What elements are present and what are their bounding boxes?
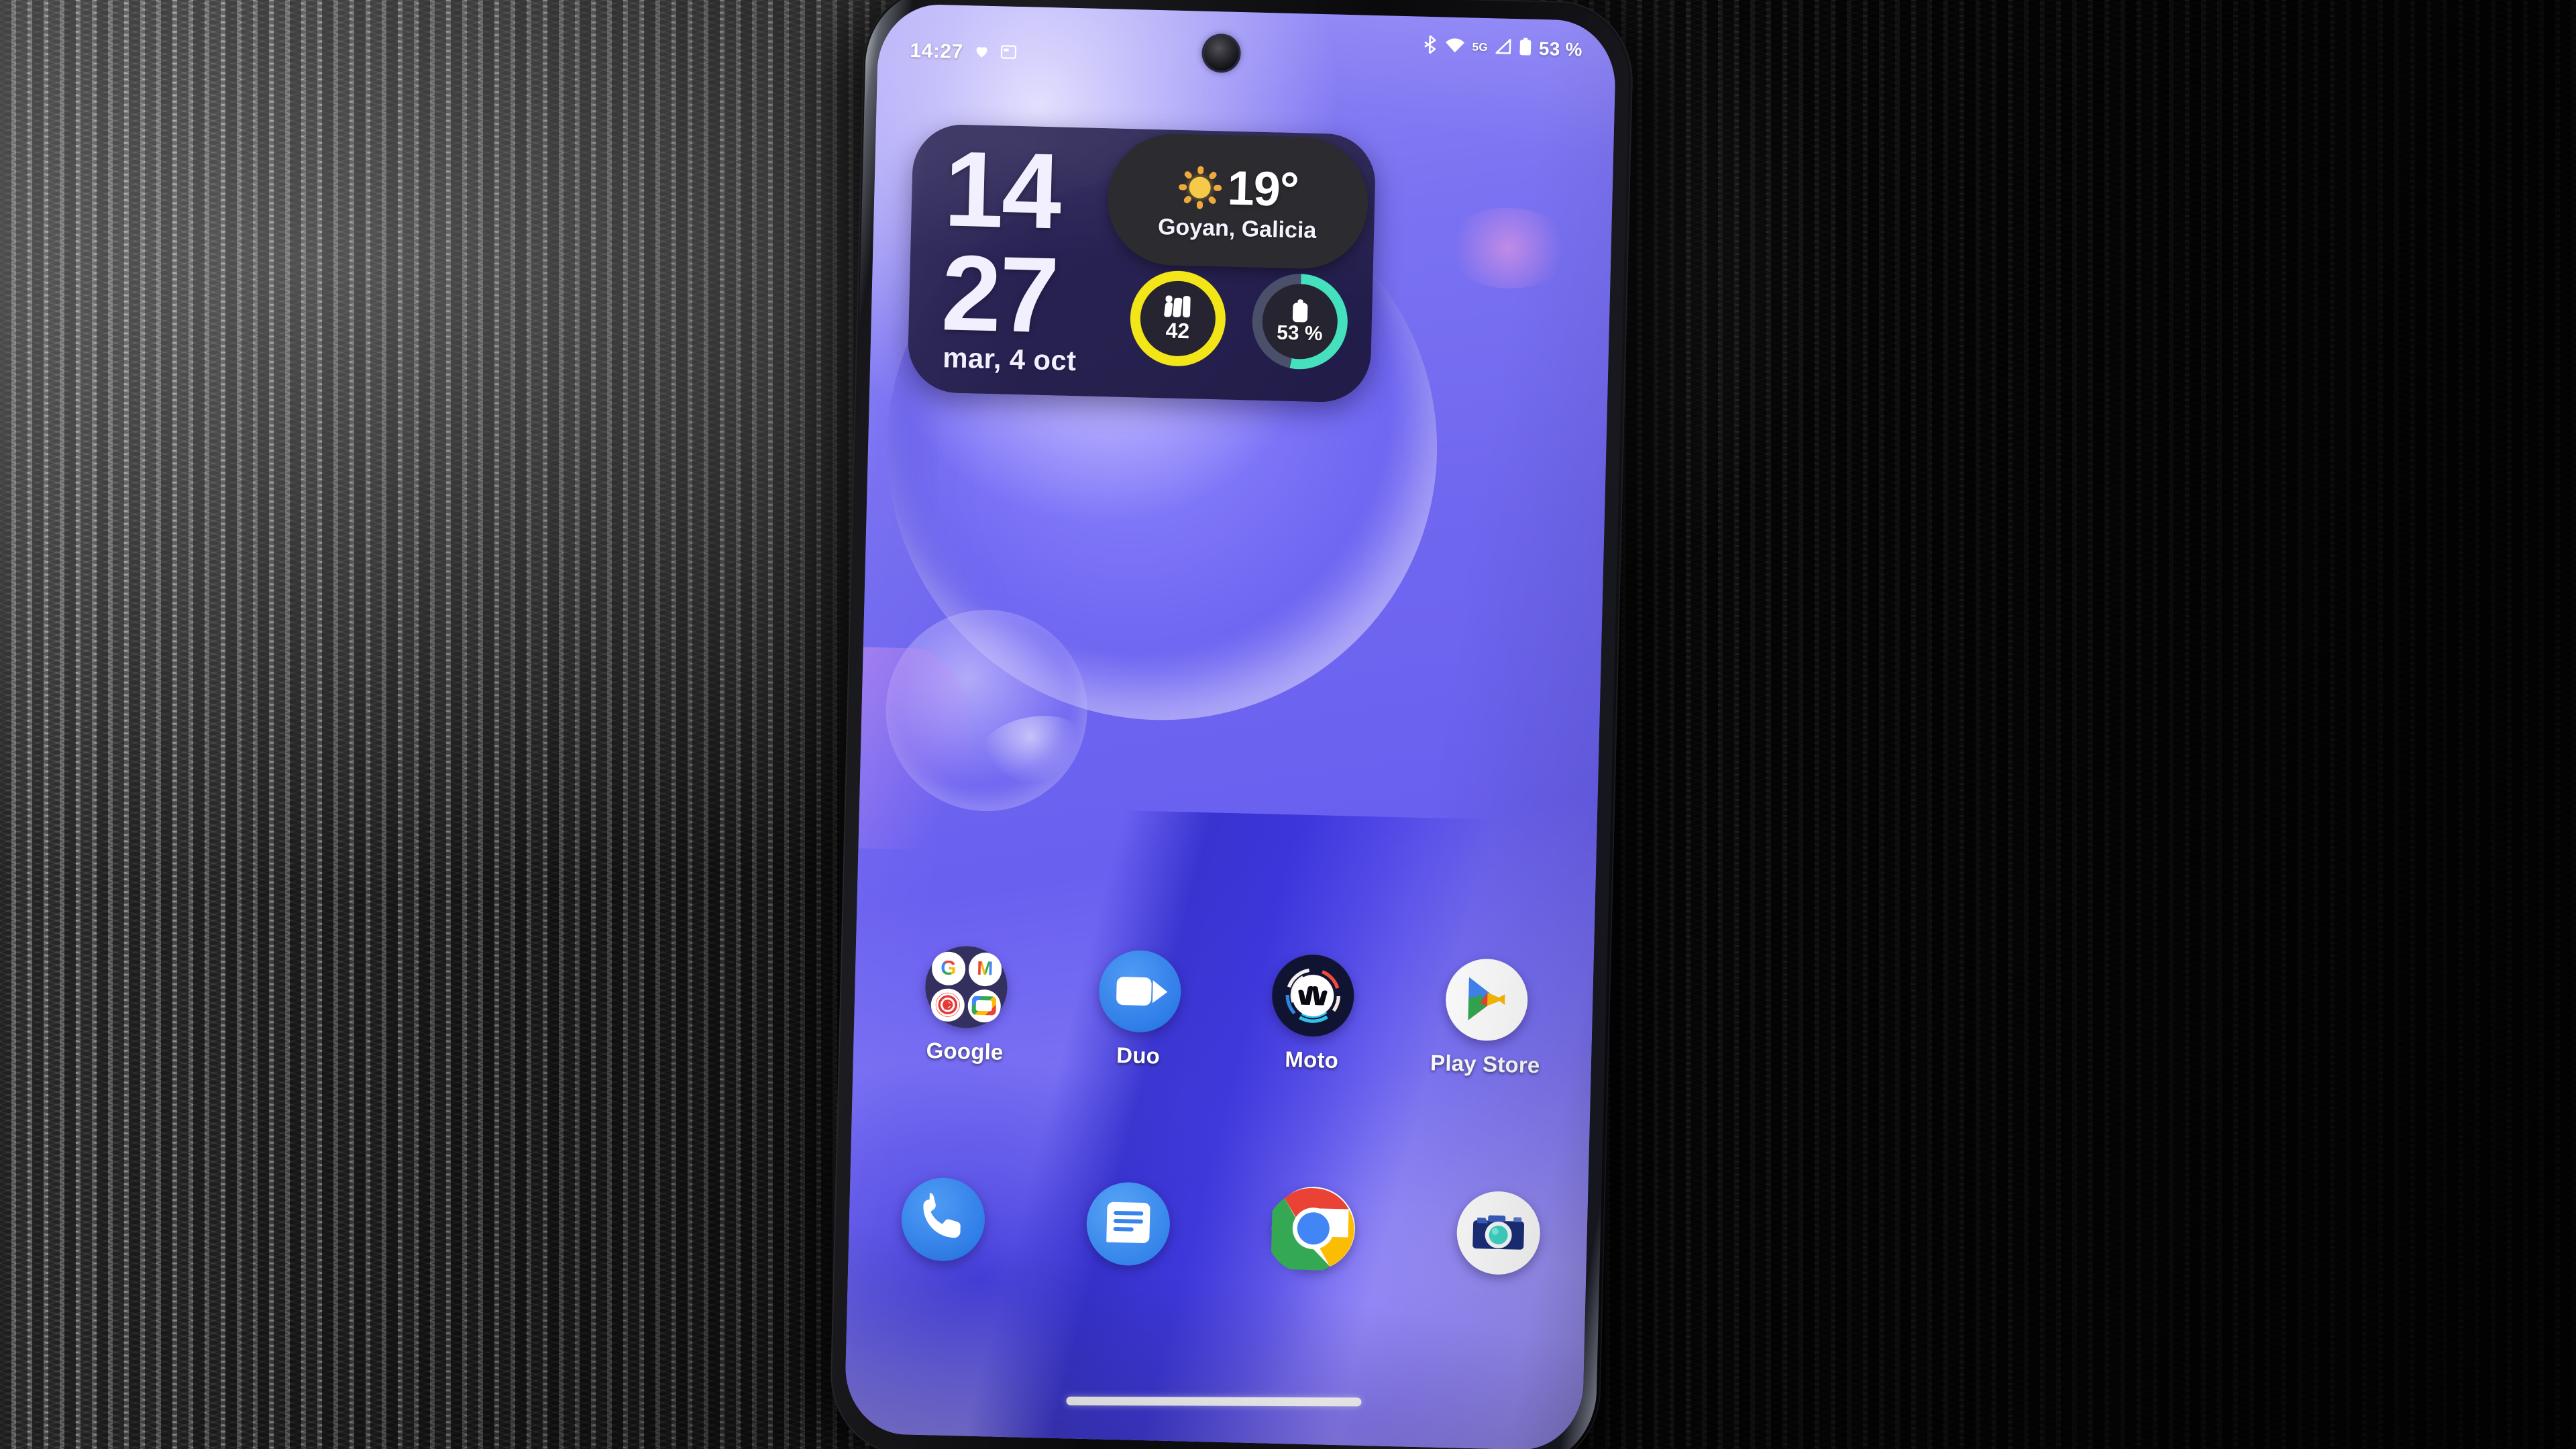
wallpaper-blue-column [844,804,1597,1449]
home-app-row: G M Google Duo Moto Play Store [877,944,1575,1079]
widget-time-hours: 14 [943,128,1061,252]
widget-time: 14 27 [940,128,1061,356]
signal-icon [1495,38,1512,58]
steps-icon [1163,295,1192,319]
smartphone: 14:27 5G 53 % 14 27 mar, 4 oct 19° Goyan… [802,0,1663,1449]
home-gesture-pill[interactable] [1066,1396,1362,1407]
bluetooth-icon [1421,35,1438,58]
screenshot-icon [1000,44,1017,63]
video-camera-glyph [1116,976,1152,1006]
battery-icon [1519,38,1532,59]
camera-glyph [1472,1215,1525,1250]
weather-temperature: 19° [1226,161,1299,217]
heart-icon [973,43,990,63]
steps-ring[interactable]: 42 [1129,270,1227,368]
dock-app-camera[interactable] [1450,1190,1546,1276]
google-tv-icon [967,989,1002,1023]
clock-weather-widget[interactable]: 14 27 mar, 4 oct 19° Goyan, Galicia 42 5… [907,123,1377,403]
app-label-moto: Moto [1285,1046,1339,1073]
phone-icon[interactable] [900,1177,986,1263]
handset-glyph [923,1193,961,1238]
app-label-play-store: Play Store [1430,1050,1540,1078]
widget-date: mar, 4 oct [942,341,1077,377]
google-folder-icon[interactable]: G M [924,945,1008,1029]
folder-icon-grid: G M [930,951,1002,1023]
dock-app-messages[interactable] [1080,1181,1176,1267]
google-g-icon: G [931,951,966,985]
battery-icon [1292,299,1308,323]
dock-app-phone[interactable] [895,1177,991,1263]
weather-temp-row: 19° [1177,159,1299,217]
message-sheet-glyph [1106,1201,1150,1244]
status-bar-left: 14:27 [910,40,1017,65]
scene: 14:27 5G 53 % 14 27 mar, 4 oct 19° Goyan… [0,0,2576,1449]
battery-ring-value: 53 % [1276,321,1323,345]
app-label-duo: Duo [1116,1042,1161,1069]
battery-ring[interactable]: 53 % [1251,272,1349,371]
app-duo[interactable]: Duo [1071,949,1208,1070]
dock-app-chrome[interactable] [1265,1185,1361,1273]
app-google-folder[interactable]: G M Google [898,945,1034,1066]
chrome-glyph [1266,1188,1354,1273]
gmail-icon: M [968,952,1002,987]
motorola-m-glyph [1298,985,1328,1006]
weather-location: Goyan, Galicia [1157,213,1317,244]
app-label-google: Google [926,1038,1004,1065]
camera-icon[interactable] [1456,1190,1542,1276]
moto-icon[interactable] [1271,953,1356,1038]
duo-icon[interactable] [1097,949,1182,1034]
play-store-icon[interactable] [1444,957,1529,1042]
app-moto[interactable]: Moto [1244,953,1381,1075]
messages-icon[interactable] [1085,1181,1171,1267]
status-bar-right: 5G 53 % [1421,35,1587,62]
chrome-icon[interactable] [1266,1185,1356,1273]
status-clock: 14:27 [910,39,964,63]
steps-value: 42 [1165,318,1190,343]
wifi-icon [1444,37,1465,57]
app-play-store[interactable]: Play Store [1417,957,1554,1079]
dock [872,1176,1569,1276]
widget-time-minutes: 27 [940,232,1059,356]
weather-pill[interactable]: 19° Goyan, Galicia [1106,132,1370,270]
yt-music-icon [930,987,965,1022]
battery-percent-label: 53 % [1538,38,1583,60]
play-triangle-glyph [1468,977,1505,1020]
phone-screen[interactable]: 14:27 5G 53 % 14 27 mar, 4 oct 19° Goyan… [844,3,1617,1449]
sun-icon [1177,164,1223,210]
network-type-label: 5G [1472,40,1489,54]
